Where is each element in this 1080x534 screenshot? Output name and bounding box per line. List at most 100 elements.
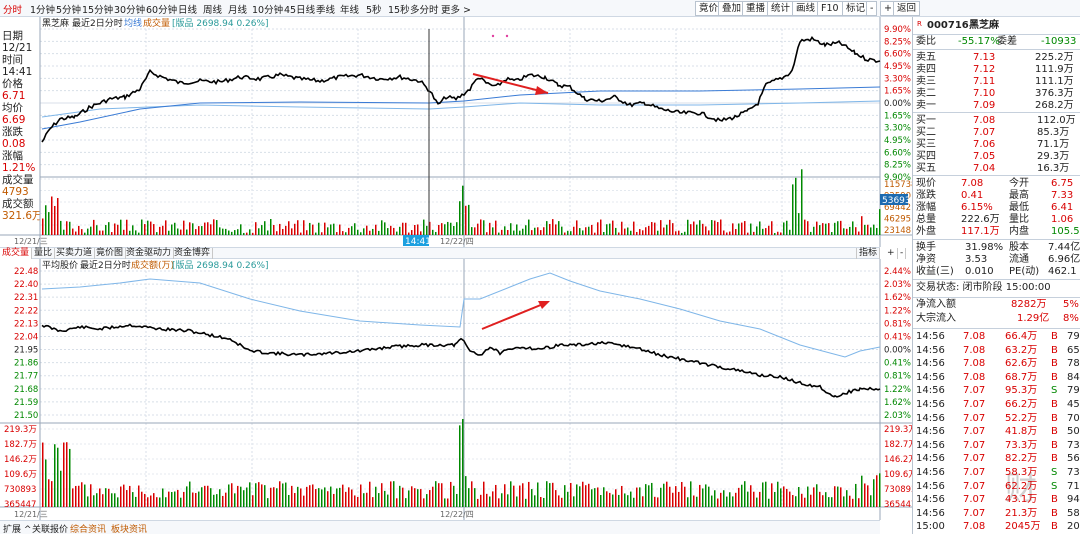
tf-multi[interactable]: 多分时 [410,2,439,16]
intraday-price-chart[interactable]: 黑芝麻 最近2日分时 均线 成交量 [版品 2698.94 0.26%] 9.9… [0,17,912,247]
stat-value: 6.75 [1051,178,1074,189]
amount-bar [243,490,245,507]
tick-row[interactable]: 14:56 7.08 66.4万 B 79 [913,331,1080,343]
stat-row[interactable]: 现价 7.08 今开 6.75 [913,178,1080,190]
f10-button[interactable]: F10 [817,1,843,16]
tab-buy-sell-force[interactable]: 买卖力道 [54,248,96,259]
tick-row[interactable]: 14:56 7.08 68.7万 B 84 [913,372,1080,384]
sector-news-tab[interactable]: 板块资讯 [111,522,147,534]
tf-60min[interactable]: 60分钟 [146,2,177,16]
vol-tick: 115738 [884,180,912,190]
amount-bar [846,490,848,507]
tick-row[interactable]: 14:56 7.07 43.1万 B 94 [913,494,1080,506]
avg-stock-price-chart[interactable]: 平均股价 最近2日分时 成交额(万) [版品 2698.94 0.26%] 22… [0,259,912,520]
volume-bar [378,230,380,235]
remove-indicator-button[interactable]: - [898,248,907,259]
volume-bar [672,223,674,235]
tf-5sec[interactable]: 5秒 [366,2,382,16]
zoom-out-button[interactable]: - [866,1,878,16]
tick-row[interactable]: 14:56 7.07 21.3万 B 58 [913,508,1080,520]
tick-row[interactable]: 14:56 7.07 41.8万 B 50 [913,426,1080,438]
draw-button[interactable]: 画线 [792,1,820,16]
stat2-row[interactable]: 净资 3.53 流通 6.96亿 [913,254,1080,266]
tick-direction: B [1051,371,1058,383]
news-tab[interactable]: 综合资讯 [70,522,106,534]
tab-volume[interactable]: 成交量 [0,248,33,259]
bid-row[interactable]: 买四 7.05 29.3万 [913,151,1080,163]
tf-45day[interactable]: 45日线 [284,2,315,16]
bid-row[interactable]: 买一 7.08 112.0万 [913,115,1080,127]
tf-day[interactable]: 日线 [178,2,197,16]
tf-year[interactable]: 年线 [340,2,359,16]
ask-row[interactable]: 卖二 7.10 376.3万 [913,88,1080,100]
tick-row[interactable]: 14:56 7.07 95.3万 S 79 [913,385,1080,397]
stat-value: 105.5万 [1051,226,1080,237]
related-quotes-tab[interactable]: 关联报价 [32,522,68,534]
volume-bar [843,228,845,235]
ask-volume: 111.1万 [1035,76,1074,87]
tf-more[interactable]: 更多 > [441,2,471,16]
tick-row[interactable]: 15:00 7.08 2045万 B 2071 [913,521,1080,533]
amount-bar [363,493,365,507]
tick-row[interactable]: 14:56 7.07 66.2万 B 45 [913,399,1080,411]
tf-week[interactable]: 周线 [203,2,222,16]
tick-row[interactable]: 14:56 7.07 52.2万 B 70 [913,413,1080,425]
bid-row[interactable]: 买二 7.07 85.3万 [913,127,1080,139]
mark-button[interactable]: 标记 [842,1,870,16]
stats-button[interactable]: 统计 [767,1,795,16]
tick-row[interactable]: 14:56 7.07 58.3万 S 73 [913,467,1080,479]
tf-5min[interactable]: 5分钟 [56,2,81,16]
tf-fenshi[interactable]: 分时 [3,2,22,16]
volume-bar [213,219,215,235]
add-indicator-button[interactable]: + [885,248,898,259]
tab-fund-game[interactable]: 资金博弈 [172,248,214,259]
amount-bar [813,487,815,507]
ask-row[interactable]: 卖三 7.11 111.1万 [913,76,1080,88]
volume-bar [108,222,110,235]
bid-row[interactable]: 买三 7.06 71.1万 [913,139,1080,151]
amount-bar [276,488,278,507]
stat-row[interactable]: 外盘 117.1万内盘 105.5万 [913,226,1080,238]
replay-button[interactable]: 重播 [742,1,770,16]
net-inflow-value: 8282万 [1011,299,1047,310]
amount-bar [789,491,791,507]
ask-row[interactable]: 卖五 7.13 225.2万 [913,52,1080,64]
expand-tab[interactable]: 扩展 ^ [3,522,31,534]
tf-30min[interactable]: 30分钟 [114,2,145,16]
tf-quarter[interactable]: 季线 [316,2,335,16]
stat-row[interactable]: 涨跌 0.41 最高 7.33 [913,190,1080,202]
stat2-row[interactable]: 换手 31.98% 股本 7.44亿 [913,242,1080,254]
tick-row[interactable]: 14:56 7.07 62.2万 S 71 [913,481,1080,493]
amount-bar [99,488,101,507]
tab-volume-ratio[interactable]: 量比 [32,248,56,259]
tf-15sec[interactable]: 15秒 [388,2,410,16]
amount-bar [552,482,554,507]
ask-row[interactable]: 卖一 7.09 268.2万 [913,100,1080,112]
stat-row[interactable]: 总量 222.6万 量比 1.06 [913,214,1080,226]
avg-pct-tick: 0.41% [884,359,911,369]
tf-10min[interactable]: 10分钟 [252,2,283,16]
volume-bar [510,223,512,235]
tick-row[interactable]: 14:56 7.08 62.6万 B 78 [913,358,1080,370]
trade-status: 交易状态: 闭市阶段 15:00:00 [913,282,1080,294]
tf-1min[interactable]: 1分钟 [30,2,55,16]
amount-bar [132,492,134,507]
tick-row[interactable]: 14:56 7.07 73.3万 B 73 [913,440,1080,452]
back-button[interactable]: 返回 [893,1,921,16]
tab-auction-chart[interactable]: 竟价图 [94,248,127,259]
amount-bar [240,486,242,507]
amt-tick-left: 146.2万 [4,455,37,465]
indicator-button[interactable]: 指标 [856,248,881,259]
tf-15min[interactable]: 15分钟 [82,2,113,16]
stat-row[interactable]: 涨幅 6.15% 最低 6.41 [913,202,1080,214]
tick-volume: 2045万 [1005,521,1041,533]
amount-bar [141,491,143,507]
ask-row[interactable]: 卖四 7.12 111.9万 [913,64,1080,76]
tf-month[interactable]: 月线 [228,2,247,16]
tick-row[interactable]: 14:56 7.08 63.2万 B 65 [913,345,1080,357]
overlay-button[interactable]: 叠加 [718,1,746,16]
bid-row[interactable]: 买五 7.04 16.3万 [913,163,1080,175]
tick-row[interactable]: 14:56 7.07 82.2万 B 56 [913,453,1080,465]
tab-fund-drive[interactable]: 资金驱动力 [124,248,175,259]
stat2-row[interactable]: 收益(三) 0.010 PE(动) 462.1 [913,266,1080,278]
